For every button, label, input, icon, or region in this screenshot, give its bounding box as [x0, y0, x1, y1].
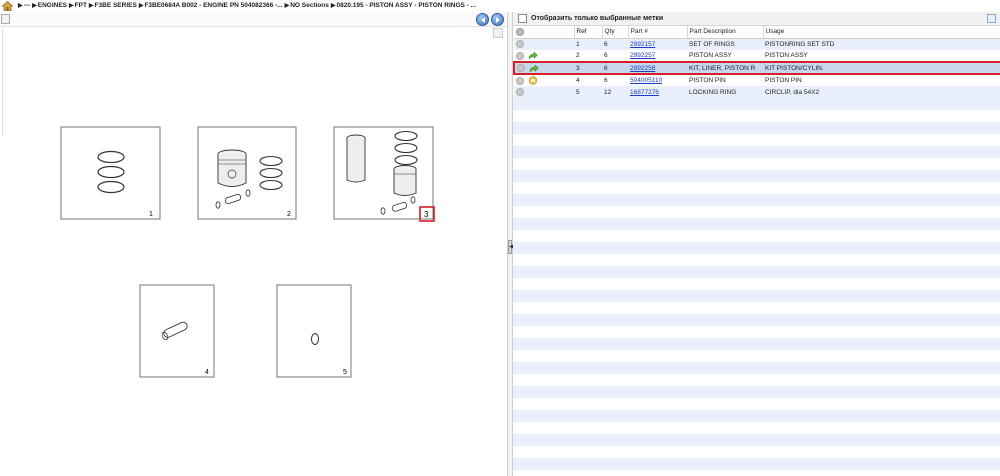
- cell-ref: 2: [576, 52, 580, 59]
- collapse-left-icon[interactable]: ◀: [508, 240, 514, 254]
- empty-rows-area: [513, 98, 1000, 476]
- row-select-icon[interactable]: [516, 76, 524, 85]
- callout-5[interactable]: 5: [343, 369, 347, 376]
- drawing-panel-piston-assy[interactable]: [197, 126, 297, 220]
- green-arrow-icon[interactable]: [529, 64, 539, 73]
- cell-description: LOCKING RING: [689, 88, 737, 96]
- callout-3[interactable]: 3: [424, 210, 429, 219]
- green-arrow-icon[interactable]: [528, 51, 538, 60]
- cell-ref: 3: [574, 61, 602, 75]
- breadcrumb-item[interactable]: FPT: [75, 2, 87, 9]
- chevron-right-icon: ▶: [69, 3, 74, 9]
- table-header-row: Ref Qty Part # Part Description Usage: [514, 26, 1000, 39]
- breadcrumb-item-current: 0820.195 - PISTON ASSY - PISTON RINGS - …: [336, 2, 477, 9]
- previous-page-button[interactable]: [476, 13, 489, 26]
- cell-description: PISTON PIN: [689, 77, 726, 84]
- cell-usage: PISTON PIN: [765, 77, 802, 84]
- row-select-icon[interactable]: [516, 51, 524, 60]
- show-selected-only-checkbox[interactable]: [518, 14, 527, 23]
- drawing-panel-rings[interactable]: [60, 126, 161, 220]
- drawing-panel-locking-ring[interactable]: [276, 284, 352, 378]
- breadcrumb-item[interactable]: ---: [24, 2, 31, 9]
- part-number-link[interactable]: 2992157: [630, 41, 655, 48]
- table-row[interactable]: 1 6 2992157 SET OF RINGS PISTONRING SET …: [514, 38, 1000, 50]
- home-icon[interactable]: [2, 0, 13, 11]
- part-number-link[interactable]: 2992258: [630, 65, 655, 72]
- cell-ref: 5: [576, 88, 580, 96]
- cell-usage: KIT PISTON/CYLIN.: [763, 61, 1000, 75]
- column-header-part-number[interactable]: Part #: [628, 26, 688, 39]
- callout-2[interactable]: 2: [287, 211, 291, 218]
- column-header-qty[interactable]: Qty: [602, 26, 629, 39]
- cell-description: SET OF RINGS: [689, 40, 735, 48]
- export-icon[interactable]: [1, 14, 10, 24]
- cell-ref: 4: [576, 77, 580, 84]
- row-select-icon[interactable]: [516, 88, 524, 96]
- cell-qty: 6: [604, 52, 608, 59]
- drawing-toolbar: [0, 12, 507, 27]
- chevron-right-icon: ▶: [32, 3, 37, 9]
- drawing-pane: 1 2 3 4 5: [0, 12, 507, 476]
- column-header-description[interactable]: Part Description: [687, 26, 764, 39]
- cell-qty: 6: [604, 40, 608, 48]
- breadcrumb-item[interactable]: NO Sections: [290, 2, 329, 9]
- chevron-right-icon: ▶: [138, 3, 144, 9]
- cell-qty: 12: [604, 88, 612, 96]
- column-header-usage[interactable]: Usage: [763, 26, 1000, 39]
- breadcrumb-item[interactable]: F3BE0684A B002 - ENGINE PN 504082366 -..…: [144, 2, 282, 9]
- row-select-icon[interactable]: [517, 64, 525, 72]
- arrow-left-icon: [481, 17, 485, 23]
- drawing-panel-piston-pin[interactable]: [139, 284, 215, 378]
- cell-usage: PISTONRING SET STD: [765, 40, 835, 48]
- table-row-selected[interactable]: 3 6 2992258 KIT, LINER, PISTON R KIT PIS…: [513, 61, 1000, 75]
- chevron-right-icon: ▶: [18, 3, 23, 9]
- next-page-button[interactable]: [491, 13, 504, 26]
- cell-qty: 6: [604, 77, 608, 84]
- part-number-link[interactable]: 504005110: [630, 77, 662, 84]
- panel-menu-icon[interactable]: [987, 14, 996, 23]
- row-select-icon[interactable]: [516, 40, 524, 49]
- yellow-note-icon[interactable]: [528, 76, 538, 85]
- parts-table: Ref Qty Part # Part Description Usage 1 …: [513, 26, 1000, 98]
- table-row[interactable]: 5 12 16877276 LOCKING RING CIRCLIP, dia …: [514, 86, 1000, 98]
- select-all-icon[interactable]: [516, 27, 524, 36]
- part-number-link[interactable]: 16877276: [630, 89, 659, 96]
- cell-usage: PISTON ASSY: [765, 52, 808, 59]
- parts-list-header: Отобразить только выбранные метки: [513, 12, 1000, 26]
- cell-usage: CIRCLIP, dia 54X2: [765, 88, 820, 96]
- breadcrumb-item[interactable]: F3BE SERIES: [95, 2, 137, 9]
- table-row[interactable]: 4 6 504005110 PISTON PIN PISTON PIN: [514, 74, 1000, 86]
- column-header-ref[interactable]: Ref: [574, 26, 603, 39]
- drawing-panel-kit-liner[interactable]: [333, 126, 434, 220]
- exploded-drawing: 1 2 3 4 5: [60, 126, 435, 378]
- cell-qty: 6: [602, 61, 628, 75]
- show-selected-only-label: Отобразить только выбранные метки: [531, 15, 664, 22]
- breadcrumb-item[interactable]: ENGINES: [38, 2, 67, 9]
- callout-4[interactable]: 4: [205, 369, 209, 376]
- cell-ref: 1: [576, 40, 580, 48]
- part-number-link[interactable]: 2992257: [630, 52, 655, 59]
- cell-description: KIT, LINER, PISTON R: [687, 61, 763, 75]
- cell-description: PISTON ASSY: [689, 52, 732, 59]
- callout-1[interactable]: 1: [149, 211, 153, 218]
- chevron-right-icon: ▶: [88, 3, 94, 9]
- chevron-right-icon: ▶: [330, 3, 336, 9]
- chevron-right-icon: ▶: [284, 3, 290, 9]
- column-header-select[interactable]: [514, 26, 575, 39]
- breadcrumb: ▶ --- ▶ ENGINES ▶ FPT ▶ F3BE SERIES ▶ F3…: [0, 0, 1000, 11]
- arrow-right-icon: [496, 17, 500, 23]
- table-row[interactable]: 2 6 2992257 PISTON ASSY PISTON ASSY: [514, 50, 1000, 62]
- parts-list-pane: Отобразить только выбранные метки Ref Qt…: [513, 12, 1000, 476]
